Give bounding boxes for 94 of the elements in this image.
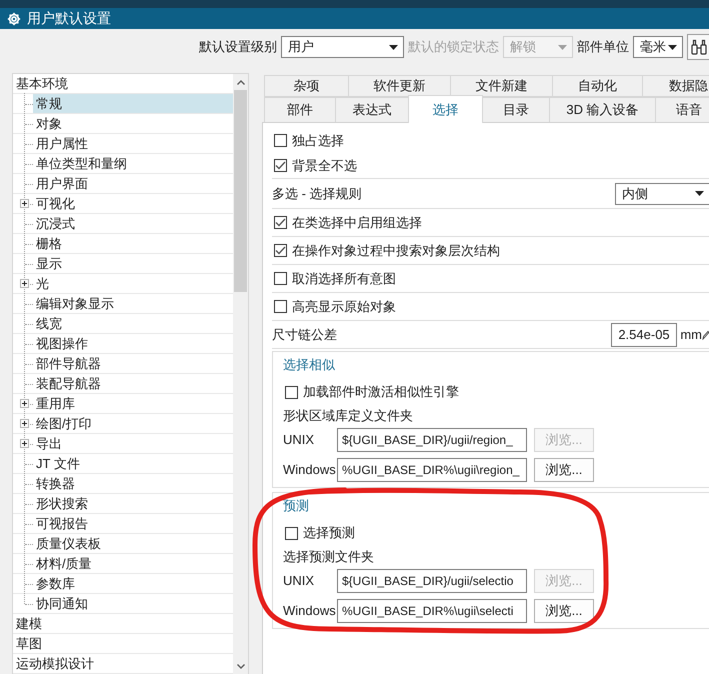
group-title: 选择相似 <box>283 356 335 374</box>
path-field[interactable]: %UGII_BASE_DIR%\ugii\selecti <box>337 598 527 622</box>
binoculars-icon <box>690 39 706 55</box>
checkbox-label[interactable]: 在类选择中启用组选择 <box>292 214 422 232</box>
platform-label: UNIX <box>283 432 316 447</box>
tree-item[interactable]: 光 <box>33 274 233 293</box>
checkbox-label[interactable]: 在操作对象过程中搜索对象层次结构 <box>292 242 500 260</box>
expand-icon[interactable] <box>20 279 29 288</box>
number-field[interactable]: 2.54e-05 <box>611 322 678 346</box>
expand-icon[interactable] <box>20 419 29 428</box>
tree-item[interactable]: 重用库 <box>33 394 233 413</box>
tab[interactable]: 选择 <box>408 95 483 123</box>
expand-icon[interactable] <box>20 199 29 208</box>
tree-item[interactable]: 形状搜索 <box>33 494 233 513</box>
window-title: 用户默认设置 <box>27 9 111 28</box>
tab[interactable]: 软件更新 <box>348 75 451 97</box>
tree-item[interactable]: 协同通知 <box>33 594 233 613</box>
tree-item[interactable]: 材料/质量 <box>33 554 233 573</box>
dropdown[interactable]: 毫米 <box>633 36 683 58</box>
tree-item[interactable]: 导出 <box>33 434 233 453</box>
dropdown[interactable]: 用户 <box>281 36 404 58</box>
browse-button[interactable]: 浏览... <box>534 598 594 622</box>
folder-label: 形状区域库定义文件夹 <box>283 407 413 425</box>
unit-label: mm <box>680 327 702 342</box>
scrollbar-thumb[interactable] <box>234 90 247 292</box>
dropdown[interactable]: 内侧 <box>615 182 709 204</box>
checkbox[interactable] <box>274 244 287 257</box>
tree-item[interactable]: 转换器 <box>33 474 233 493</box>
path-field[interactable]: ${UGII_BASE_DIR}/ugii/region_ <box>337 428 527 452</box>
tab[interactable]: 自动化 <box>552 75 643 97</box>
field-label: 默认设置级别 <box>199 38 277 56</box>
tree-item[interactable]: 编辑对象显示 <box>33 294 233 313</box>
field-label: 部件单位 <box>577 38 629 56</box>
checkbox-label[interactable]: 高亮显示原始对象 <box>292 298 396 316</box>
checkbox-label[interactable]: 加载部件时激活相似性引擎 <box>303 383 459 401</box>
tree-item[interactable]: 基本环境 <box>13 74 233 93</box>
tree-item[interactable]: 可视化 <box>33 194 233 213</box>
tree-item[interactable]: 用户界面 <box>33 174 233 193</box>
checkbox[interactable] <box>274 272 287 285</box>
platform-label: Windows <box>283 603 337 618</box>
checkbox-label[interactable]: 背景全不选 <box>292 156 357 174</box>
tree-item[interactable]: 用户属性 <box>33 134 233 153</box>
tree-item[interactable]: 栅格 <box>33 234 233 253</box>
checkbox[interactable] <box>274 159 287 172</box>
checkbox[interactable] <box>274 134 287 147</box>
tree-item[interactable]: 运动模拟设计 <box>13 654 233 673</box>
tree-item[interactable]: JT 文件 <box>33 454 233 473</box>
checkbox[interactable] <box>274 216 287 229</box>
tree-item[interactable]: 单位类型和量纲 <box>33 154 233 173</box>
caret-icon <box>695 191 704 196</box>
settings-icon <box>7 12 21 26</box>
tree-item[interactable]: 质量仪表板 <box>33 534 233 553</box>
checkbox[interactable] <box>274 300 287 313</box>
checkbox[interactable] <box>285 526 298 540</box>
tab[interactable]: 部件 <box>264 97 336 122</box>
checkbox-label[interactable]: 独占选择 <box>292 132 344 150</box>
expand-icon[interactable] <box>20 439 29 448</box>
tab[interactable]: 杂项 <box>264 75 349 97</box>
folder-label: 选择预测文件夹 <box>283 548 374 566</box>
platform-label: Windows <box>283 462 337 477</box>
tree-item[interactable]: 草图 <box>13 634 233 653</box>
tree-item[interactable]: 沉浸式 <box>33 214 233 233</box>
toolbar-button[interactable] <box>687 34 709 60</box>
option-label: 多选 - 选择规则 <box>272 184 362 202</box>
tree-item[interactable]: 部件导航器 <box>33 354 233 373</box>
browse-button[interactable]: 浏览... <box>534 458 594 482</box>
checkbox-label[interactable]: 选择预测 <box>303 524 355 542</box>
platform-label: UNIX <box>283 573 316 588</box>
scroll-down-icon[interactable] <box>236 664 244 668</box>
expand-icon[interactable] <box>20 399 29 408</box>
caret-icon <box>558 44 567 50</box>
tree-item[interactable]: 视图操作 <box>33 334 233 353</box>
field-label: 默认的锁定状态 <box>408 38 499 56</box>
pencil-icon[interactable] <box>702 330 709 340</box>
tab[interactable]: 文件新建 <box>450 75 553 97</box>
tree-item[interactable]: 线宽 <box>33 314 233 333</box>
path-field[interactable]: %UGII_BASE_DIR%\ugii\region_ <box>337 458 527 482</box>
scroll-up-icon[interactable] <box>236 80 244 84</box>
tree-item[interactable]: 装配导航器 <box>33 374 233 393</box>
caret-icon <box>668 44 677 50</box>
checkbox[interactable] <box>285 386 298 398</box>
tree-item[interactable]: 绘图/打印 <box>33 414 233 433</box>
tree-item[interactable]: 对象 <box>33 114 233 133</box>
path-field[interactable]: ${UGII_BASE_DIR}/ugii/selectio <box>337 568 527 592</box>
group-title: 预测 <box>283 497 309 515</box>
option-label: 尺寸链公差 <box>272 326 337 344</box>
tree-item[interactable]: 显示 <box>33 254 233 273</box>
tab[interactable]: 数据隐 <box>642 75 709 97</box>
tree-item[interactable]: 常规 <box>33 94 233 113</box>
caret-icon <box>389 44 398 50</box>
tree-item[interactable]: 可视报告 <box>33 514 233 533</box>
tree-item[interactable]: 参数库 <box>33 574 233 593</box>
tree-item[interactable]: 建模 <box>13 614 233 633</box>
checkbox-label[interactable]: 取消选择所有意图 <box>292 270 396 288</box>
